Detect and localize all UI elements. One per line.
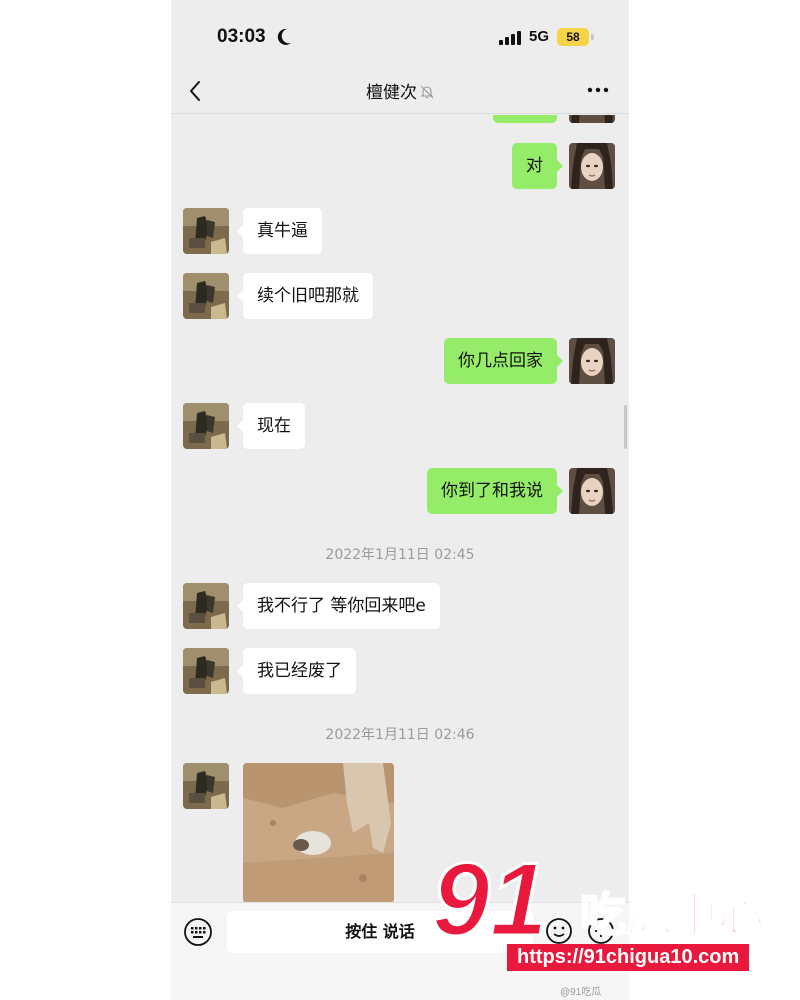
moon-icon (277, 28, 291, 45)
message-bubble[interactable]: 你几点回家 (444, 338, 563, 384)
image-message[interactable] (243, 763, 394, 902)
my-avatar[interactable] (569, 115, 615, 123)
network-type: 5G (529, 28, 550, 45)
message-timestamp: 2022年1月11日 02:46 (325, 727, 475, 743)
contact-avatar[interactable] (183, 583, 229, 629)
message-bubble[interactable]: 我不行了 等你回来吧e (237, 583, 440, 629)
watermark-weibo: @91吃瓜 (560, 987, 602, 998)
signal-icon (499, 31, 521, 45)
mute-bell-icon (420, 85, 434, 99)
message-bubble[interactable]: 我已经废了 (237, 648, 356, 694)
my-avatar[interactable] (569, 143, 615, 189)
contact-avatar[interactable] (183, 208, 229, 254)
keyboard-icon[interactable] (183, 917, 213, 947)
contact-avatar[interactable] (183, 403, 229, 449)
watermark-number: 91 (432, 845, 548, 945)
nav-bar: 檀健次 (171, 70, 629, 114)
watermark-logo: 91 吃瓜中心 (431, 845, 766, 945)
message-bubble[interactable]: 续个旧吧那就 (237, 273, 373, 319)
message-bubble-partial[interactable] (493, 115, 557, 123)
status-time: 03:03 (217, 26, 266, 47)
status-bar: 03:03 5G 58 (171, 0, 629, 70)
my-avatar[interactable] (569, 338, 615, 384)
message-list: 对 真牛逼 续个旧吧那就 你几点回家 现在 你到了和我说 2022年1月11日 … (171, 115, 629, 902)
watermark-url: https://91chigua10.com (507, 944, 750, 971)
message-bubble[interactable]: 现在 (237, 403, 305, 449)
contact-avatar[interactable] (183, 763, 229, 809)
message-timestamp: 2022年1月11日 02:45 (325, 547, 475, 563)
contact-avatar[interactable] (183, 648, 229, 694)
message-bubble[interactable]: 真牛逼 (237, 208, 322, 254)
contact-avatar[interactable] (183, 273, 229, 319)
my-avatar[interactable] (569, 468, 615, 514)
battery-indicator: 58 (557, 28, 589, 46)
chat-title: 檀健次 (366, 83, 417, 103)
watermark-text: 吃瓜中心 (580, 888, 764, 942)
title-wrap: 檀健次 (171, 78, 629, 103)
scrollbar[interactable] (624, 405, 627, 449)
message-bubble[interactable]: 对 (512, 143, 563, 189)
battery-tip (591, 34, 594, 40)
message-bubble[interactable]: 你到了和我说 (427, 468, 563, 514)
more-icon[interactable] (583, 78, 613, 102)
